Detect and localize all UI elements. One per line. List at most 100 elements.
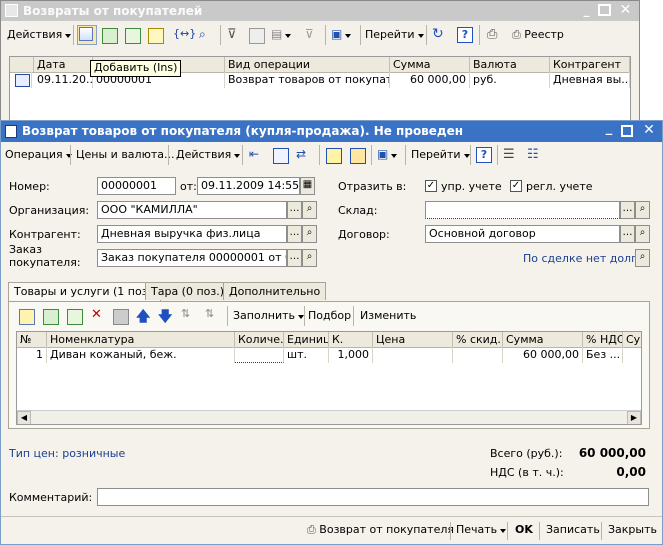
fill-menu[interactable]: Заполнить <box>233 306 304 326</box>
bg-col-operation[interactable]: Вид операции <box>225 57 390 72</box>
structure-subordinate-icon[interactable]: ▣ <box>377 147 398 161</box>
close-icon[interactable]: ✕ <box>618 2 633 18</box>
contract-select-button[interactable]: … <box>620 225 635 243</box>
help-icon[interactable]: ? <box>476 147 492 163</box>
col-price[interactable]: Цена <box>373 332 453 347</box>
sort-asc-icon[interactable]: ⇅ <box>181 307 190 320</box>
table-row[interactable]: 1 Диван кожаный, беж. шт. 1,000 60 000,0… <box>17 347 641 363</box>
scroll-left-icon[interactable]: ◀ <box>17 411 31 424</box>
unpost-icon[interactable] <box>350 148 366 164</box>
goto-menu[interactable]: Перейти <box>411 145 470 165</box>
warehouse-select-button[interactable]: … <box>620 201 635 219</box>
warehouse-field[interactable] <box>425 201 620 219</box>
counterparty-field[interactable]: Дневная выручка физ.лица <box>97 225 287 243</box>
row-edit-icon[interactable] <box>67 309 83 325</box>
structure-icon[interactable] <box>273 148 289 164</box>
movements-icon[interactable]: ⇄ <box>296 147 306 161</box>
tab-additional[interactable]: Дополнительно <box>223 282 327 300</box>
close-icon[interactable]: ✕ <box>641 122 657 139</box>
post-icon[interactable] <box>326 148 342 164</box>
comment-field[interactable] <box>97 488 649 506</box>
save-button[interactable]: Записать <box>546 520 600 540</box>
change-button[interactable]: Изменить <box>360 306 416 326</box>
row-delete-icon[interactable]: ✕ <box>91 307 102 322</box>
organization-field[interactable]: ООО "КАМИЛЛА" <box>97 201 287 219</box>
filter-list-icon[interactable] <box>249 28 265 44</box>
bg-actions-menu[interactable]: Действия <box>7 25 72 45</box>
move-up-icon[interactable]: 🡅 <box>136 306 150 330</box>
add-button[interactable] <box>77 25 97 45</box>
organization-select-button[interactable]: … <box>287 201 302 219</box>
settings-list-icon[interactable]: ☷ <box>527 147 539 162</box>
horizontal-scrollbar[interactable]: ◀ ▶ <box>17 410 641 424</box>
col-item[interactable]: Номенклатура <box>47 332 235 347</box>
price-type-link[interactable]: Тип цен: розничные <box>9 447 125 460</box>
bg-col-currency[interactable]: Валюта <box>470 57 550 72</box>
col-vat-sum[interactable]: Сум <box>623 332 641 347</box>
counterparty-open-icon[interactable]: ⌕ <box>302 225 317 243</box>
scroll-right-icon[interactable]: ▶ <box>627 411 641 424</box>
filter-dropdown-icon[interactable]: ▤ <box>271 27 292 41</box>
ok-button[interactable]: OK <box>515 520 533 540</box>
print-icon[interactable]: ⎙ <box>487 27 497 42</box>
date-field[interactable]: 09.11.2009 14:55:41 <box>197 177 300 195</box>
return-print-button[interactable]: ⎙ Возврат от покупателя <box>307 520 454 540</box>
col-n[interactable]: № <box>17 332 47 347</box>
col-qty[interactable]: Количе... <box>235 332 284 347</box>
row-add-icon[interactable] <box>19 309 35 325</box>
row-end-edit-icon[interactable] <box>113 309 129 325</box>
order-select-button[interactable]: … <box>287 249 302 267</box>
minimize-icon[interactable]: _ <box>602 122 616 139</box>
bg-col-sum[interactable]: Сумма <box>390 57 470 72</box>
maximize-icon[interactable] <box>621 125 633 137</box>
warehouse-open-icon[interactable]: ⌕ <box>635 201 650 219</box>
debt-link[interactable]: По сделке нет долга <box>523 252 644 265</box>
regl-accounting-checkbox[interactable]: ✓ <box>510 180 522 192</box>
col-sum[interactable]: Сумма <box>503 332 583 347</box>
selection-button[interactable]: Подбор <box>308 306 351 326</box>
debt-open-icon[interactable]: ⌕ <box>635 249 650 267</box>
calendar-icon[interactable]: ▦ <box>300 177 315 195</box>
maximize-icon[interactable] <box>598 4 611 16</box>
move-down-icon[interactable]: 🡇 <box>158 306 172 330</box>
row-copy-icon[interactable] <box>43 309 59 325</box>
list-view-icon[interactable]: ☰ <box>503 147 515 162</box>
col-vat[interactable]: % НДС <box>583 332 623 347</box>
interval-icon[interactable]: {↔} <box>173 27 196 40</box>
refresh-icon[interactable]: ↻ <box>432 26 444 42</box>
cell-qty[interactable] <box>235 347 284 363</box>
edit-icon[interactable] <box>125 28 141 44</box>
bg-col-date[interactable]: Дата <box>34 57 93 72</box>
close-button[interactable]: Закрыть <box>608 520 657 540</box>
bg-goto-menu[interactable]: Перейти <box>365 25 424 45</box>
number-field[interactable]: 00000001 <box>97 177 176 195</box>
clear-filter-icon[interactable]: ⊽ <box>305 27 314 41</box>
counterparty-select-button[interactable]: … <box>287 225 302 243</box>
contract-field[interactable]: Основной договор <box>425 225 620 243</box>
col-discount[interactable]: % скид... <box>453 332 503 347</box>
bg-col-counterparty[interactable]: Контрагент <box>550 57 630 72</box>
structure-icon[interactable]: ▣ <box>331 27 352 41</box>
order-open-icon[interactable]: ⌕ <box>302 249 317 267</box>
organization-open-icon[interactable]: ⌕ <box>302 201 317 219</box>
enter-on-basis-icon[interactable]: ⇤ <box>249 147 259 161</box>
help-icon[interactable]: ? <box>457 27 473 43</box>
minimize-icon[interactable]: _ <box>579 4 594 18</box>
operation-menu[interactable]: Операция <box>5 145 72 165</box>
tab-containers[interactable]: Тара (0 поз.) <box>145 282 231 300</box>
col-unit[interactable]: Единица <box>284 332 329 347</box>
prices-currency-button[interactable]: Цены и валюта... <box>76 145 174 165</box>
filter-icon[interactable]: ⊽ <box>227 27 237 42</box>
col-k[interactable]: К. <box>329 332 373 347</box>
add-copy-icon[interactable] <box>102 28 118 44</box>
mark-delete-icon[interactable] <box>148 28 164 44</box>
customer-order-field[interactable]: Заказ покупателя 00000001 от 03.11... <box>97 249 287 267</box>
mgmt-accounting-checkbox[interactable]: ✓ <box>425 180 437 192</box>
contract-open-icon[interactable]: ⌕ <box>635 225 650 243</box>
sort-desc-icon[interactable]: ⇅ <box>205 307 214 320</box>
print-menu[interactable]: Печать <box>456 520 507 540</box>
actions-menu[interactable]: Действия <box>176 145 241 165</box>
tab-goods[interactable]: Товары и услуги (1 поз.) <box>8 282 162 301</box>
registry-button[interactable]: ⎙ Реестр <box>512 25 564 45</box>
search-icon[interactable]: ⌕ <box>199 27 206 42</box>
